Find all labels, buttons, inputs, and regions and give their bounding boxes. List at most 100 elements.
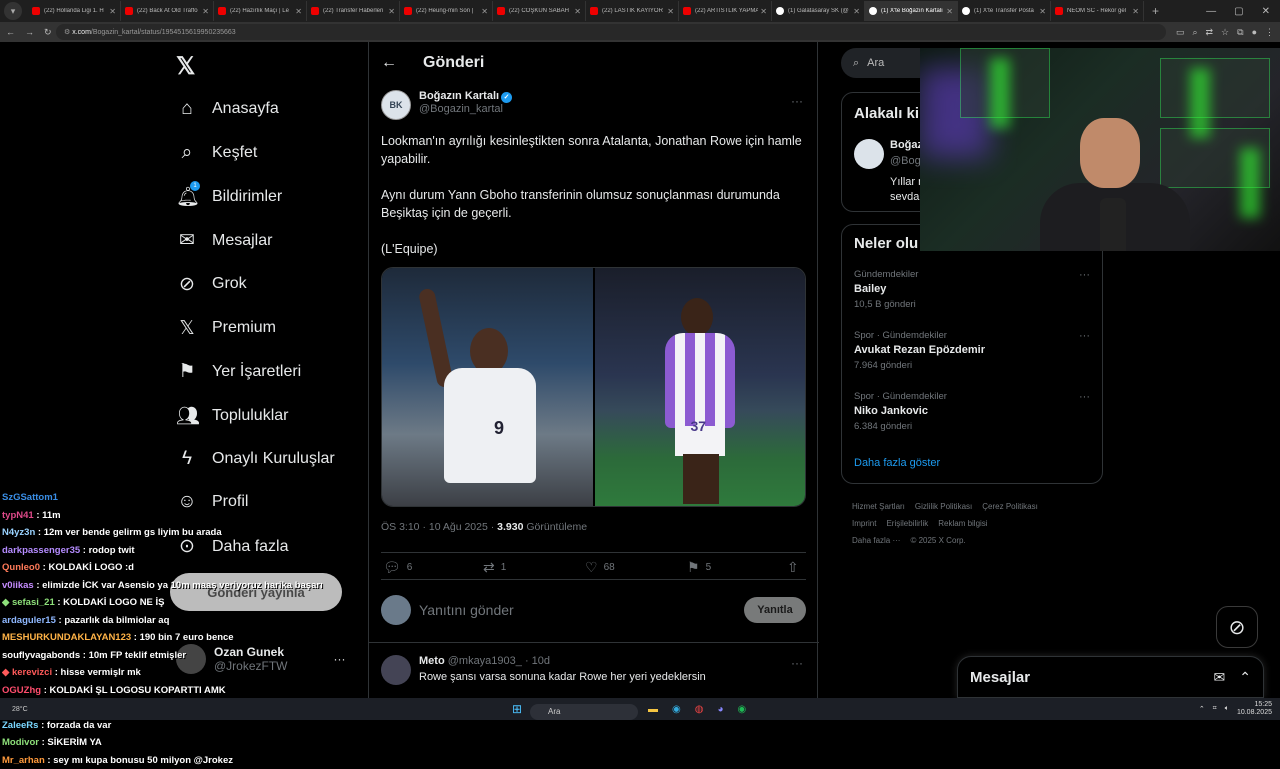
commenter-handle[interactable]: @mkaya1903_ [448, 655, 522, 667]
browser-tab[interactable]: (22) Heung-min Son |✕ [400, 1, 493, 21]
grok-floating-button[interactable]: ⊘ [1216, 606, 1258, 648]
footer-link[interactable]: © 2025 X Corp. [910, 536, 965, 545]
reply-button[interactable]: 💬︎6 [383, 559, 412, 576]
show-more-link[interactable]: Daha fazla göster [854, 457, 940, 469]
reply-input[interactable]: Yanıtını gönder [419, 602, 736, 618]
post-author[interactable]: BK Boğazın Kartalı✓ @Bogazin_kartal [381, 90, 512, 120]
close-tab-icon[interactable]: ✕ [667, 7, 674, 16]
expand-icon[interactable]: ⌃ [1239, 669, 1251, 686]
profile-icon[interactable]: ● [1252, 27, 1257, 38]
reply-submit-button[interactable]: Yanıtla [744, 597, 806, 623]
start-button[interactable]: ⊞ [512, 702, 522, 716]
site-info-icon[interactable]: ⚙ [64, 28, 72, 36]
back-arrow-icon[interactable]: ← [381, 54, 397, 72]
browser-tab[interactable]: (1) X'te Transfer Posta✕ [958, 1, 1051, 21]
post-more-icon[interactable]: ··· [791, 94, 803, 108]
nav-item-keşfet[interactable]: ⌕Keşfet [176, 142, 257, 164]
nav-item-premium[interactable]: 𝕏Premium [176, 317, 276, 340]
author-handle[interactable]: @Bogazin_kartal [419, 103, 512, 115]
search-input[interactable]: Ara [867, 57, 884, 69]
edge-icon[interactable]: ◉ [672, 704, 681, 715]
x-logo-icon[interactable]: 𝕏 [176, 52, 195, 81]
weather-widget[interactable]: 28°C [12, 706, 28, 713]
url-field[interactable]: ⚙ x.com /Bogazin_kartal/status/195451561… [56, 24, 1166, 40]
close-tab-icon[interactable]: ✕ [388, 7, 395, 16]
relevant-name[interactable]: Boğaz [890, 139, 923, 151]
bookmark-button[interactable]: ⚑5 [687, 559, 711, 576]
like-button[interactable]: ♡68 [585, 559, 615, 576]
close-tab-icon[interactable]: ✕ [481, 7, 488, 16]
footer-link[interactable]: Imprint [852, 519, 876, 528]
nav-item-grok[interactable]: ⊘Grok [176, 273, 247, 296]
relevant-avatar[interactable] [854, 139, 884, 169]
reload-button[interactable]: ↻ [44, 27, 52, 38]
close-tab-icon[interactable]: ✕ [109, 7, 116, 16]
browser-tab[interactable]: (22) COŞKUN SABAH✕ [493, 1, 586, 21]
photo-toulouse-player[interactable]: 37 [595, 268, 806, 506]
browser-tab[interactable]: (1) X'te Boğazın Kartalı✕ [865, 1, 958, 21]
reply-item[interactable]: Meto @mkaya1903_ · 10d Rowe şansı varsa … [381, 655, 706, 685]
close-tab-icon[interactable]: ✕ [1132, 7, 1139, 16]
footer-link[interactable]: Reklam bilgisi [938, 519, 987, 528]
close-tab-icon[interactable]: ✕ [295, 7, 302, 16]
forward-button[interactable]: → [25, 27, 34, 38]
nav-item-topluluklar[interactable]: 👥︎Topluluklar [176, 404, 288, 428]
browser-tab[interactable]: (22) Hollanda Ligi 1. H✕ [28, 1, 121, 21]
tab-menu-button[interactable]: ▾ [4, 2, 22, 20]
share-button[interactable]: ⇧ [787, 559, 799, 576]
footer-link[interactable]: Hizmet Şartları [852, 502, 905, 511]
repost-button[interactable]: ⇄1 [483, 559, 506, 576]
relevant-handle[interactable]: @Bog [890, 155, 921, 167]
close-tab-icon[interactable]: ✕ [760, 7, 767, 16]
file-explorer-icon[interactable]: ▬ [648, 704, 658, 715]
footer-link[interactable]: Çerez Politikası [982, 502, 1038, 511]
browser-tab[interactable]: NEOM SC - Rekor gel✕ [1051, 1, 1144, 21]
browser-tab[interactable]: (22) Back At Old Traffo✕ [121, 1, 214, 21]
volume-icon[interactable]: 🔈︎ [1225, 705, 1229, 713]
trend-more-icon[interactable]: ··· [1079, 330, 1090, 342]
maximize-button[interactable]: ▢ [1234, 6, 1243, 17]
commenter-name[interactable]: Meto [419, 655, 445, 667]
nav-item-mesajlar[interactable]: ✉Mesajlar [176, 229, 272, 252]
nav-item-anasayfa[interactable]: ⌂Anasayfa [176, 98, 279, 120]
messages-drawer[interactable]: Mesajlar ✉ ⌃ [957, 656, 1264, 698]
close-window-button[interactable]: ✕ [1262, 6, 1270, 17]
extensions-icon[interactable]: ⧉ [1237, 27, 1243, 38]
trend-item[interactable]: Spor · GündemdekilerAvukat Rezan Epözdem… [854, 330, 1090, 371]
close-tab-icon[interactable]: ✕ [1039, 7, 1046, 16]
trend-more-icon[interactable]: ··· [1079, 391, 1090, 403]
author-name[interactable]: Boğazın Kartalı [419, 90, 499, 102]
close-tab-icon[interactable]: ✕ [202, 7, 209, 16]
compose-message-icon[interactable]: ✉ [1214, 669, 1226, 686]
post-media[interactable]: 9 37 [381, 267, 806, 507]
post-timestamp[interactable]: ÖS 3:10 · 10 Ağu 2025 · [381, 521, 497, 533]
translate-icon[interactable]: ⇄ [1206, 27, 1214, 38]
taskbar-search[interactable]: Ara [530, 704, 638, 720]
new-tab-button[interactable]: + [1152, 4, 1159, 18]
trend-item[interactable]: Spor · GündemdekilerNiko Jankovic6.384 g… [854, 391, 1090, 432]
back-button[interactable]: ← [6, 27, 15, 38]
author-avatar[interactable]: BK [381, 90, 411, 120]
nav-item-yer-i̇şaretleri[interactable]: ⚑Yer İşaretleri [176, 360, 301, 383]
trend-item[interactable]: GündemdekilerBailey10,5 B gönderi··· [854, 269, 1090, 310]
discord-icon[interactable]: ◕ [717, 704, 723, 715]
commenter-avatar[interactable] [381, 655, 411, 685]
tray-arrow-icon[interactable]: ⌃ [1199, 705, 1205, 713]
browser-tab[interactable]: (22) LASTİK KAYIYOR✕ [586, 1, 679, 21]
spotify-icon[interactable]: ◉ [738, 704, 747, 715]
browser-tab[interactable]: (22) Transfer Haberleri✕ [307, 1, 400, 21]
footer-link[interactable]: Erişilebilirlik [886, 519, 928, 528]
close-tab-icon[interactable]: ✕ [946, 7, 953, 16]
browser-tab[interactable]: (22) ARTİSTLİK YAPMA✕ [679, 1, 772, 21]
clock[interactable]: 15:25 10.08.2025 [1237, 701, 1272, 717]
cast-icon[interactable]: ▭ [1176, 27, 1185, 38]
comment-more-icon[interactable]: ··· [791, 656, 803, 670]
bookmark-star-icon[interactable]: ☆ [1221, 27, 1229, 38]
photo-england-player[interactable]: 9 [382, 268, 593, 506]
footer-link[interactable]: Gizlilik Politikası [915, 502, 972, 511]
close-tab-icon[interactable]: ✕ [574, 7, 581, 16]
close-tab-icon[interactable]: ✕ [853, 7, 860, 16]
minimize-button[interactable]: — [1206, 6, 1216, 17]
trend-more-icon[interactable]: ··· [1079, 269, 1090, 281]
network-icon[interactable]: ⌗ [1213, 705, 1217, 713]
